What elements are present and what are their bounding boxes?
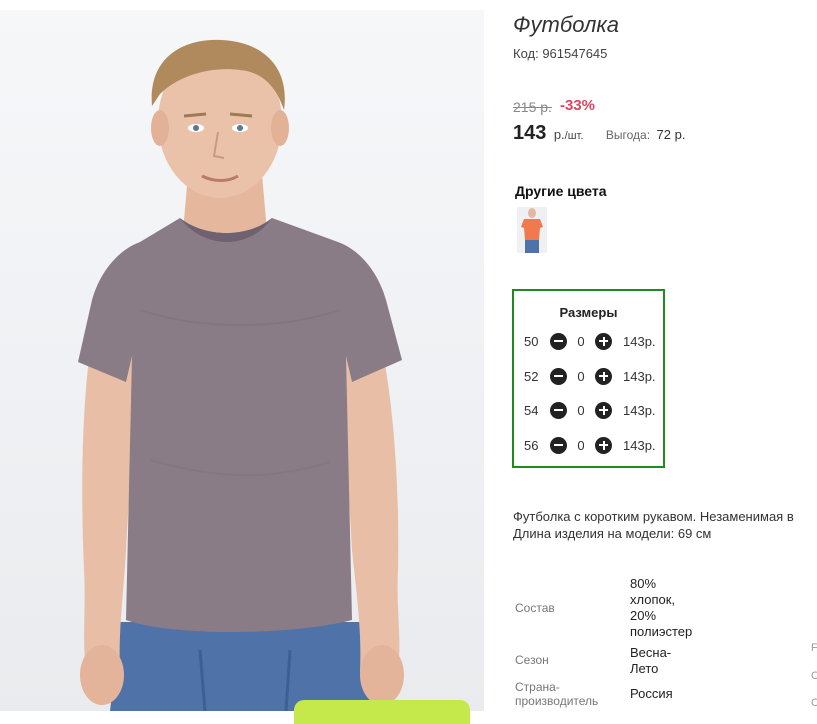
country-value: Россия bbox=[630, 686, 673, 701]
old-price: 215 р. bbox=[513, 99, 552, 115]
season-label: Сезон bbox=[515, 653, 549, 667]
price-row: 143 р./шт. Выгода: 72 р. bbox=[513, 122, 685, 145]
clipped-text: F bbox=[811, 642, 817, 654]
composition-line: хлопок, bbox=[630, 592, 676, 607]
discount-badge: -33% bbox=[560, 97, 596, 114]
benefit-label: Выгода: bbox=[605, 128, 651, 142]
composition-line: 20% bbox=[630, 608, 657, 623]
sizes-panel: Размеры 50 0 143р. 52 0 143р. 54 0 143р.… bbox=[512, 289, 665, 468]
product-code: Код: 961547645 bbox=[513, 46, 608, 61]
composition-line: 80% bbox=[630, 576, 657, 591]
size-price: 143р. bbox=[623, 437, 656, 453]
size-price: 143р. bbox=[623, 333, 656, 349]
price-unit-sub: /шт. bbox=[564, 130, 584, 142]
minus-icon[interactable] bbox=[550, 367, 567, 385]
country-label-line: Страна- bbox=[515, 680, 560, 694]
minus-icon[interactable] bbox=[550, 332, 567, 350]
product-description: Футболка с коротким рукавом. Незаменимая… bbox=[513, 508, 817, 542]
minus-icon[interactable] bbox=[550, 401, 567, 419]
product-photo[interactable] bbox=[0, 10, 484, 711]
season-line: Лето bbox=[630, 661, 659, 676]
size-label: 50 bbox=[524, 333, 539, 349]
country-label-line: производитель bbox=[515, 694, 599, 708]
color-variant-thumbnail[interactable] bbox=[517, 207, 547, 253]
composition-line: полиэстер bbox=[630, 624, 693, 639]
current-price: 143 bbox=[513, 122, 547, 144]
quantity-value: 0 bbox=[577, 402, 585, 418]
product-title: Футболка bbox=[513, 12, 619, 37]
composition-value: 80% хлопок, 20% полиэстер bbox=[630, 576, 692, 640]
size-row-56: 56 0 143р. bbox=[524, 435, 656, 455]
size-label: 54 bbox=[524, 402, 539, 418]
plus-icon[interactable] bbox=[595, 332, 612, 350]
plus-icon[interactable] bbox=[595, 367, 612, 385]
season-value: Весна- Лето bbox=[630, 645, 671, 677]
description-line: Футболка с коротким рукавом. Незаменимая… bbox=[513, 509, 794, 524]
size-row-52: 52 0 143р. bbox=[524, 366, 656, 386]
description-line: Длина изделия на модели: 69 см bbox=[513, 526, 712, 541]
composition-label: Состав bbox=[515, 601, 555, 615]
benefit-value: 72 р. bbox=[656, 127, 686, 142]
size-label: 52 bbox=[524, 368, 539, 384]
add-to-cart-button[interactable] bbox=[294, 700, 470, 724]
quantity-value: 0 bbox=[577, 437, 585, 453]
season-line: Весна- bbox=[630, 645, 672, 660]
price-unit: р./шт. bbox=[554, 127, 584, 142]
sizes-heading: Размеры bbox=[559, 305, 618, 320]
size-price: 143р. bbox=[623, 402, 656, 418]
size-row-50: 50 0 143р. bbox=[524, 331, 656, 351]
country-label: Страна- производитель bbox=[515, 680, 598, 708]
clipped-text: С bbox=[811, 697, 817, 709]
quantity-value: 0 bbox=[577, 368, 585, 384]
size-label: 56 bbox=[524, 437, 539, 453]
model-illustration bbox=[78, 39, 404, 711]
plus-icon[interactable] bbox=[595, 401, 612, 419]
size-row-54: 54 0 143р. bbox=[524, 400, 656, 420]
plus-icon[interactable] bbox=[595, 436, 612, 454]
size-price: 143р. bbox=[623, 368, 656, 384]
clipped-text: С bbox=[811, 670, 817, 682]
quantity-value: 0 bbox=[577, 333, 585, 349]
minus-icon[interactable] bbox=[550, 436, 567, 454]
other-colors-heading: Другие цвета bbox=[515, 183, 607, 199]
price-unit-main: р. bbox=[553, 127, 565, 142]
color-variant-image bbox=[517, 207, 547, 253]
